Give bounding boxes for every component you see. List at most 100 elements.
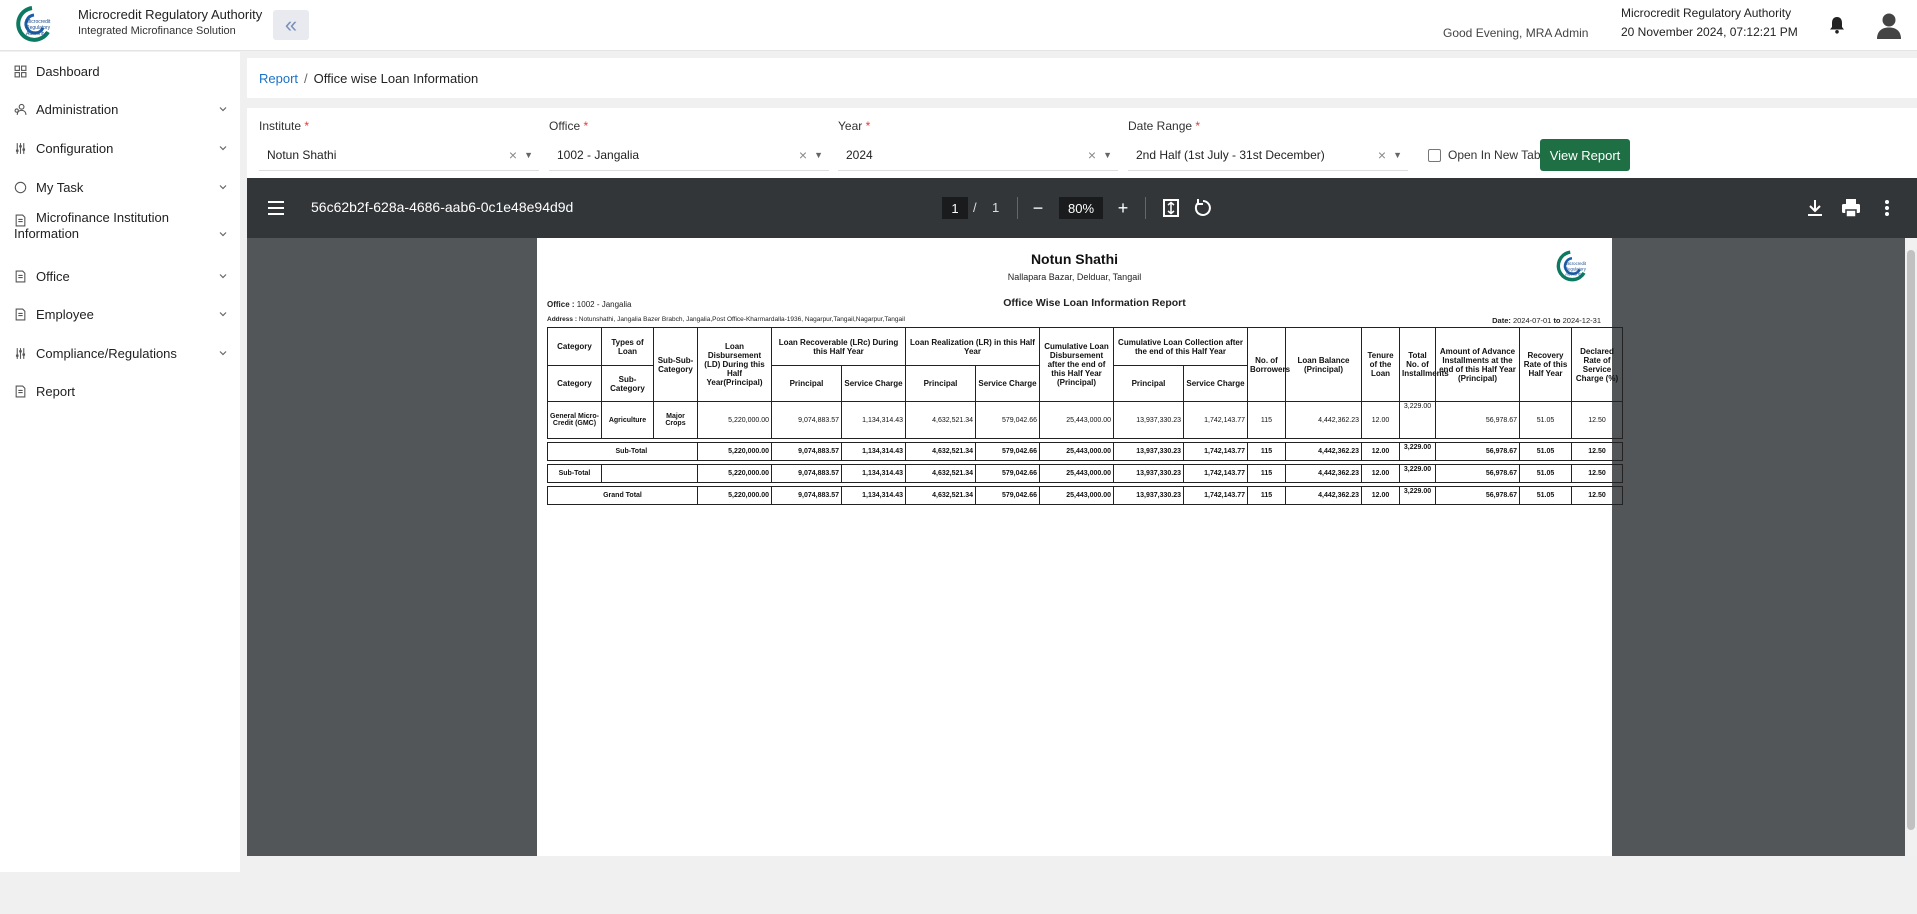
col-header: Category <box>547 365 602 402</box>
cell: 115 <box>1247 486 1286 505</box>
svg-text:Authority: Authority <box>1565 271 1583 276</box>
report-institute-address: Nallapara Bazar, Delduar, Tangail <box>1007 272 1142 282</box>
cell: 579,042.66 <box>975 442 1040 461</box>
date-range-label: Date Range * <box>1128 119 1200 133</box>
sidebar-item-label-line2: Information <box>14 226 80 241</box>
year-select[interactable]: 2024 × ▼ <box>838 139 1118 171</box>
org-subtitle: Integrated Microfinance Solution <box>78 25 236 37</box>
office-select[interactable]: 1002 - Jangalia × ▼ <box>549 139 829 171</box>
scrollbar-thumb[interactable] <box>1907 250 1915 830</box>
cell: 25,443,000.00 <box>1039 486 1114 505</box>
cell: 4,442,362.23 <box>1285 442 1362 461</box>
cell: 1,742,143.77 <box>1183 486 1248 505</box>
cell: 12.00 <box>1361 442 1400 461</box>
grand-total-row: Grand Total 5,220,000.00 9,074,883.57 1,… <box>547 486 1623 505</box>
open-new-tab-label: Open In New Tab <box>1448 148 1541 162</box>
cell: 4,442,362.23 <box>1285 401 1362 439</box>
cell: 13,937,330.23 <box>1113 442 1184 461</box>
cell: 9,074,883.57 <box>771 442 842 461</box>
cell: 9,074,883.57 <box>771 486 842 505</box>
dropdown-arrow-icon[interactable]: ▼ <box>814 150 823 160</box>
view-report-button[interactable]: View Report <box>1540 139 1630 171</box>
clear-icon[interactable]: × <box>1088 147 1096 163</box>
app-header: Microcredit Regulatory Authority Microcr… <box>0 0 1917 51</box>
sidebar-item-report[interactable]: Report <box>0 373 240 409</box>
clear-icon[interactable]: × <box>509 147 517 163</box>
zoom-in-icon[interactable]: + <box>1111 196 1135 220</box>
required-mark: * <box>583 119 589 133</box>
office-label-text: Office <box>549 119 581 133</box>
dropdown-arrow-icon[interactable]: ▼ <box>524 150 533 160</box>
col-header: Declared Rate of Service Charge (%) <box>1571 327 1623 402</box>
cell: 5,220,000.00 <box>697 401 772 439</box>
chevron-down-icon <box>219 274 227 279</box>
sidebar-item-configuration[interactable]: Configuration <box>0 130 240 166</box>
sidebar-item-my-task[interactable]: My Task <box>0 169 240 205</box>
sidebar: Dashboard Administration Configuration M… <box>0 52 240 872</box>
page-number-input[interactable]: 1 <box>942 197 968 219</box>
office-label: Office * <box>549 119 588 133</box>
col-header: Total No. of Installments <box>1399 327 1449 402</box>
cell: 4,442,362.23 <box>1285 464 1362 483</box>
col-header: Sub-Sub-Category <box>653 327 698 402</box>
chevron-down-icon <box>219 232 227 237</box>
cell: 5,220,000.00 <box>697 464 772 483</box>
download-icon[interactable] <box>1803 196 1827 220</box>
col-header: Principal <box>1113 365 1184 402</box>
cell <box>601 464 698 483</box>
col-header: Service Charge <box>975 365 1040 402</box>
chevron-down-icon <box>219 185 227 190</box>
sidebar-item-dashboard[interactable]: Dashboard <box>0 53 240 89</box>
cell: 56,978.67 <box>1435 486 1520 505</box>
open-new-tab-option[interactable]: Open In New Tab <box>1428 148 1541 162</box>
cell: 1,742,143.77 <box>1183 464 1248 483</box>
pdf-scrollbar[interactable] <box>1905 238 1917 856</box>
sidebar-item-office[interactable]: Office <box>0 258 240 294</box>
chevron-down-icon <box>219 107 227 112</box>
col-header: Cumulative Loan Disbursement after the e… <box>1039 327 1114 402</box>
col-header: Service Charge <box>841 365 906 402</box>
report-date: Date: 2024-07-01 to 2024-12-31 <box>1492 316 1601 325</box>
clear-icon[interactable]: × <box>1378 147 1386 163</box>
open-new-tab-checkbox[interactable] <box>1428 148 1441 162</box>
dropdown-arrow-icon[interactable]: ▼ <box>1393 150 1402 160</box>
sidebar-collapse-button[interactable]: « <box>273 10 309 40</box>
zoom-level-input[interactable]: 80% <box>1059 197 1103 219</box>
rotate-icon[interactable] <box>1191 196 1215 220</box>
sidebar-item-employee[interactable]: Employee <box>0 296 240 332</box>
required-mark: * <box>1195 119 1201 133</box>
sidebar-item-microfinance-institution-information[interactable]: Microfinance Institution Information <box>0 210 240 252</box>
cell: 4,632,521.34 <box>905 401 976 439</box>
date-range-select[interactable]: 2nd Half (1st July - 31st December) × ▼ <box>1128 139 1408 171</box>
cell: 25,443,000.00 <box>1039 442 1114 461</box>
dropdown-arrow-icon[interactable]: ▼ <box>1103 150 1112 160</box>
institute-select[interactable]: Notun Shathi × ▼ <box>259 139 539 171</box>
cell: 12.50 <box>1571 401 1623 439</box>
sidebar-item-compliance-regulations[interactable]: Compliance/Regulations <box>0 335 240 371</box>
col-header: Types of Loan <box>601 327 654 366</box>
cell: 3,229.00 <box>1399 442 1436 461</box>
breadcrumb: Report / Office wise Loan Information <box>247 58 1917 98</box>
bell-icon[interactable] <box>1829 16 1845 34</box>
report-title: Office Wise Loan Information Report <box>1003 297 1186 309</box>
mra-logo: Microcredit Regulatory Authority <box>16 6 51 42</box>
zoom-out-icon[interactable]: − <box>1026 196 1050 220</box>
sidebar-item-administration[interactable]: Administration <box>0 91 240 127</box>
sliders-icon <box>15 347 26 359</box>
print-icon[interactable] <box>1839 196 1863 220</box>
breadcrumb-link-report[interactable]: Report <box>259 71 298 86</box>
cell: 1,742,143.77 <box>1183 442 1248 461</box>
more-options-icon[interactable] <box>1875 196 1899 220</box>
cell: 56,978.67 <box>1435 401 1520 439</box>
sidebar-item-label: Dashboard <box>36 63 100 79</box>
clear-icon[interactable]: × <box>799 147 807 163</box>
loan-information-table: Category Types of Loan Sub-Sub-Category … <box>547 327 1623 505</box>
user-avatar-icon[interactable] <box>1876 12 1902 40</box>
office-value: 1002 - Jangalia <box>557 147 640 162</box>
cell: 12.00 <box>1361 486 1400 505</box>
breadcrumb-separator: / <box>304 70 308 86</box>
cell: 579,042.66 <box>975 464 1040 483</box>
double-chevron-left-icon: « <box>284 12 298 37</box>
menu-icon[interactable] <box>267 200 285 216</box>
fit-page-icon[interactable] <box>1159 196 1183 220</box>
